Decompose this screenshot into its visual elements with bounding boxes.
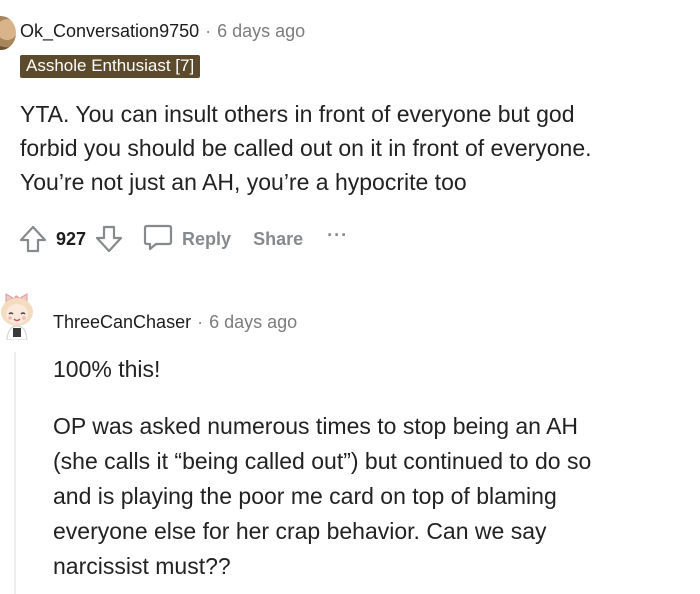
timestamp[interactable]: 6 days ago: [217, 21, 305, 41]
share-button[interactable]: Share: [253, 229, 303, 250]
comment-body: YTA. You can insult others in front of e…: [20, 97, 680, 199]
comment-text-line: (she calls it “being called out”) but co…: [53, 448, 592, 474]
comment-paragraph: OP was asked numerous times to stop bein…: [53, 409, 693, 584]
reply-label: Reply: [182, 228, 232, 249]
comment-bubble-icon: [142, 222, 174, 257]
vote-score: 927: [56, 228, 87, 249]
username-link[interactable]: Ok_Conversation9750: [20, 21, 199, 41]
meta-separator: ·: [205, 21, 212, 41]
upvote-icon[interactable]: [18, 224, 48, 254]
more-options-icon[interactable]: ···: [327, 225, 348, 246]
meta-separator: ·: [197, 312, 204, 332]
avatar[interactable]: [0, 288, 38, 341]
comment-text-line: OP was asked numerous times to stop bein…: [53, 413, 579, 439]
comment-text-line: everyone else for her crap behavior. Can…: [53, 518, 547, 544]
comment-meta: ThreeCanChaser · 6 days ago: [53, 312, 297, 333]
avatar[interactable]: [0, 16, 16, 50]
thread-line[interactable]: [14, 352, 16, 594]
comment-text-line: You’re not just an AH, you’re a hypocrit…: [20, 169, 467, 195]
comment-text-line: narcissist must??: [53, 553, 231, 579]
comment-text-line: and is playing the poor me card on top o…: [53, 483, 557, 509]
comment-action-bar: 927 Reply Share ···: [18, 222, 348, 256]
comment-meta: Ok_Conversation9750 · 6 days ago: [20, 21, 305, 42]
comment-paragraph: 100% this!: [53, 356, 161, 382]
comment-text-line: YTA. You can insult others in front of e…: [20, 101, 575, 127]
comment-body: 100% this! OP was asked numerous times t…: [53, 352, 693, 584]
user-flair: Asshole Enthusiast [7]: [20, 55, 201, 78]
timestamp[interactable]: 6 days ago: [209, 312, 297, 332]
username-link[interactable]: ThreeCanChaser: [53, 312, 191, 332]
downvote-icon[interactable]: [94, 224, 124, 254]
reply-button[interactable]: Reply: [142, 222, 231, 257]
comment-text-line: forbid you should be called out on it in…: [20, 135, 592, 161]
